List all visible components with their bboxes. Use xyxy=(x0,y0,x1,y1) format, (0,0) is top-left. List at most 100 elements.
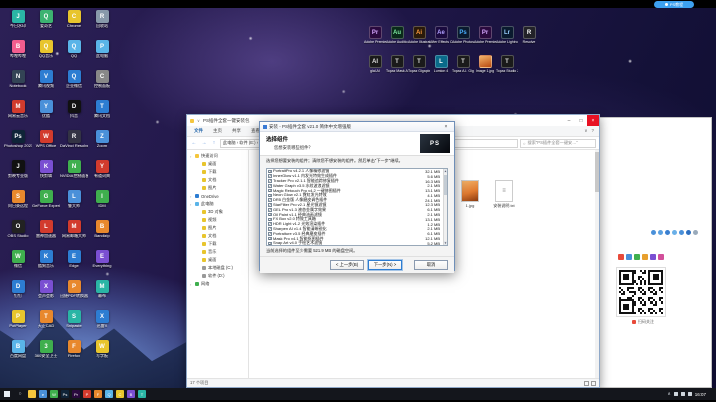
sidebar-item[interactable]: 文档 xyxy=(187,176,248,184)
desktop-icon[interactable]: PsAdobe Photosh... xyxy=(452,26,474,55)
checkbox-icon[interactable]: ✓ xyxy=(268,218,272,222)
sidebar-item[interactable]: 文档 xyxy=(187,232,248,240)
back-button[interactable]: < 上一步(B) xyxy=(330,260,364,270)
sidebar-item[interactable]: 本地磁盘 (C:) xyxy=(187,264,248,272)
desktop-icon[interactable]: EEverything xyxy=(88,250,116,280)
tray-volume-icon[interactable] xyxy=(681,392,685,396)
sidebar-item[interactable]: ›OneDrive xyxy=(187,192,248,200)
desktop-icon[interactable]: D抖音 xyxy=(60,100,88,130)
scroll-down-icon[interactable]: ▼ xyxy=(444,241,447,245)
desktop-icon[interactable]: NNotebook xyxy=(4,70,32,100)
checkbox-icon[interactable]: ✓ xyxy=(268,242,272,246)
desktop-icon[interactable]: X迅雷X xyxy=(88,310,116,340)
desktop-icon[interactable]: J剪映专业版 xyxy=(4,160,32,190)
tray-network-icon[interactable] xyxy=(674,392,678,396)
desktop-icon[interactable]: QQQ xyxy=(60,40,88,70)
sidebar-item[interactable]: ›此电脑 xyxy=(187,200,248,208)
desktop-icon[interactable]: CChrome xyxy=(60,10,88,40)
tray-battery-icon[interactable] xyxy=(688,392,692,396)
floating-tool-icon[interactable] xyxy=(686,230,691,235)
desktop-icon[interactable]: NNVIDIA控制面板 xyxy=(60,160,88,190)
checkbox-icon[interactable]: ✓ xyxy=(268,184,272,188)
scroll-up-icon[interactable]: ▲ xyxy=(444,169,447,173)
desktop-icon[interactable]: LrAdobe Lightro... xyxy=(496,26,518,55)
dialog-close-button[interactable]: × xyxy=(441,124,451,130)
desktop-icon[interactable]: TTopaz Mask AI xyxy=(386,55,408,84)
desktop-icon[interactable]: W微信 xyxy=(4,250,32,280)
floating-tool-icon[interactable] xyxy=(672,230,677,235)
desktop-icon[interactable]: TTopaz Gigapix... xyxy=(408,55,430,84)
tray-collapse-icon[interactable]: ∧ xyxy=(667,391,670,397)
desktop-icon[interactable]: Q企业微信 xyxy=(60,70,88,100)
sidebar-item[interactable]: 软件 (D:) xyxy=(187,272,248,280)
desktop-icon[interactable]: Image 1.jpg xyxy=(474,55,496,84)
minimize-button[interactable]: – xyxy=(563,115,575,126)
desktop-icon[interactable]: M网易云音乐 xyxy=(4,100,32,130)
desktop-icon[interactable]: TTopaz Studio 2 xyxy=(496,55,518,84)
floating-tool-icon[interactable] xyxy=(651,230,656,235)
file-item[interactable]: ≡安装说明.txt xyxy=(489,180,519,209)
desktop-icon[interactable]: Q爱奇艺 xyxy=(32,10,60,40)
taskbar-app-icon[interactable]: e xyxy=(39,390,47,398)
floating-tool-icon[interactable] xyxy=(642,254,648,260)
sidebar-item[interactable]: 视频 xyxy=(187,216,248,224)
start-button[interactable] xyxy=(0,388,14,400)
desktop-icon[interactable]: PPotPlayer xyxy=(4,310,32,340)
desktop-icon[interactable]: PrAdobe Premie... xyxy=(364,26,386,55)
desktop-icon[interactable]: LLumion 4 xyxy=(430,55,452,84)
taskbar-app-icon[interactable]: W xyxy=(50,390,58,398)
forward-icon[interactable]: → xyxy=(200,140,208,146)
desktop-icon[interactable]: X会声会影 xyxy=(32,280,60,310)
up-icon[interactable]: ↑ xyxy=(210,140,218,146)
desktop-icon[interactable]: J今日水印 xyxy=(4,10,32,40)
taskbar-app-icon[interactable]: C xyxy=(116,390,124,398)
taskbar-app-icon[interactable]: Ps xyxy=(61,390,69,398)
floating-tool-icon[interactable] xyxy=(693,230,698,235)
thumbnail-view-icon[interactable] xyxy=(591,381,596,386)
desktop-icon[interactable]: R回收站 xyxy=(88,10,116,40)
floating-tool-icon[interactable] xyxy=(665,230,670,235)
taskbar-app-icon[interactable]: P xyxy=(83,390,91,398)
desktop-icon[interactable]: 3360安全卫士 xyxy=(32,340,60,370)
desktop-icon[interactable]: TTopaz A.I. Gig... xyxy=(452,55,474,84)
list-view-icon[interactable] xyxy=(584,381,589,386)
close-button[interactable]: × xyxy=(587,115,599,126)
tab-file[interactable]: 文件 xyxy=(189,126,208,136)
desktop-icon[interactable]: IIDM xyxy=(88,190,116,220)
taskbar-search-icon[interactable]: ○ xyxy=(14,391,26,397)
floating-tool-icon[interactable] xyxy=(679,230,684,235)
taskbar-app-icon[interactable] xyxy=(28,390,36,398)
quick-access-caret-icon[interactable]: ∨ xyxy=(197,118,200,123)
desktop-icon[interactable]: D钉钉 xyxy=(4,280,32,310)
background-document-window[interactable] xyxy=(598,117,712,388)
desktop-icon[interactable]: T腾讯文档 xyxy=(88,100,116,130)
desktop-icon[interactable]: K酷狗音乐 xyxy=(32,250,60,280)
explorer-scrollbar[interactable] xyxy=(595,150,599,378)
checkbox-icon[interactable]: ✓ xyxy=(268,203,272,207)
tab-1[interactable]: 主页 xyxy=(208,126,227,136)
checkbox-icon[interactable]: ✓ xyxy=(268,208,272,212)
taskbar-app-icon[interactable]: T xyxy=(138,390,146,398)
file-item[interactable]: 1.jpg xyxy=(455,180,485,208)
desktop-icon[interactable]: T天正CAD xyxy=(32,310,60,340)
desktop-icon[interactable]: V腾讯视频 xyxy=(32,70,60,100)
desktop-icon[interactable]: B哔哩哔哩 xyxy=(4,40,32,70)
floating-tool-icon[interactable] xyxy=(650,254,656,260)
floating-tool-icon[interactable] xyxy=(618,254,624,260)
ribbon-expand-icon[interactable]: ∨ xyxy=(584,128,587,134)
desktop-icon[interactable]: FFirefox xyxy=(60,340,88,370)
desktop-icon[interactable]: PrAdobe Premie... xyxy=(474,26,496,55)
desktop-icon[interactable]: S向日葵远程 xyxy=(4,190,32,220)
desktop-icon[interactable]: QQQ音乐 xyxy=(32,40,60,70)
search-input[interactable]: ○ 搜索“PS插件全套一键安…” xyxy=(520,139,596,148)
desktop-icon[interactable]: SSnipaste xyxy=(60,310,88,340)
desktop-icon[interactable]: ZZoom xyxy=(88,130,116,160)
desktop-icon[interactable]: K快剪辑 xyxy=(32,160,60,190)
floating-tool-icon[interactable] xyxy=(658,230,663,235)
tab-2[interactable]: 共享 xyxy=(227,126,246,136)
checkbox-icon[interactable]: ✓ xyxy=(268,179,272,183)
help-icon[interactable]: ? xyxy=(591,128,594,134)
sidebar-item[interactable]: 3D 对象 xyxy=(187,208,248,216)
dialog-titlebar[interactable]: 安装 - PS插件全套 v21.0 简体中文增强版 × xyxy=(260,122,454,132)
desktop-icon[interactable]: PsPhotoshop 2021 xyxy=(4,130,32,160)
